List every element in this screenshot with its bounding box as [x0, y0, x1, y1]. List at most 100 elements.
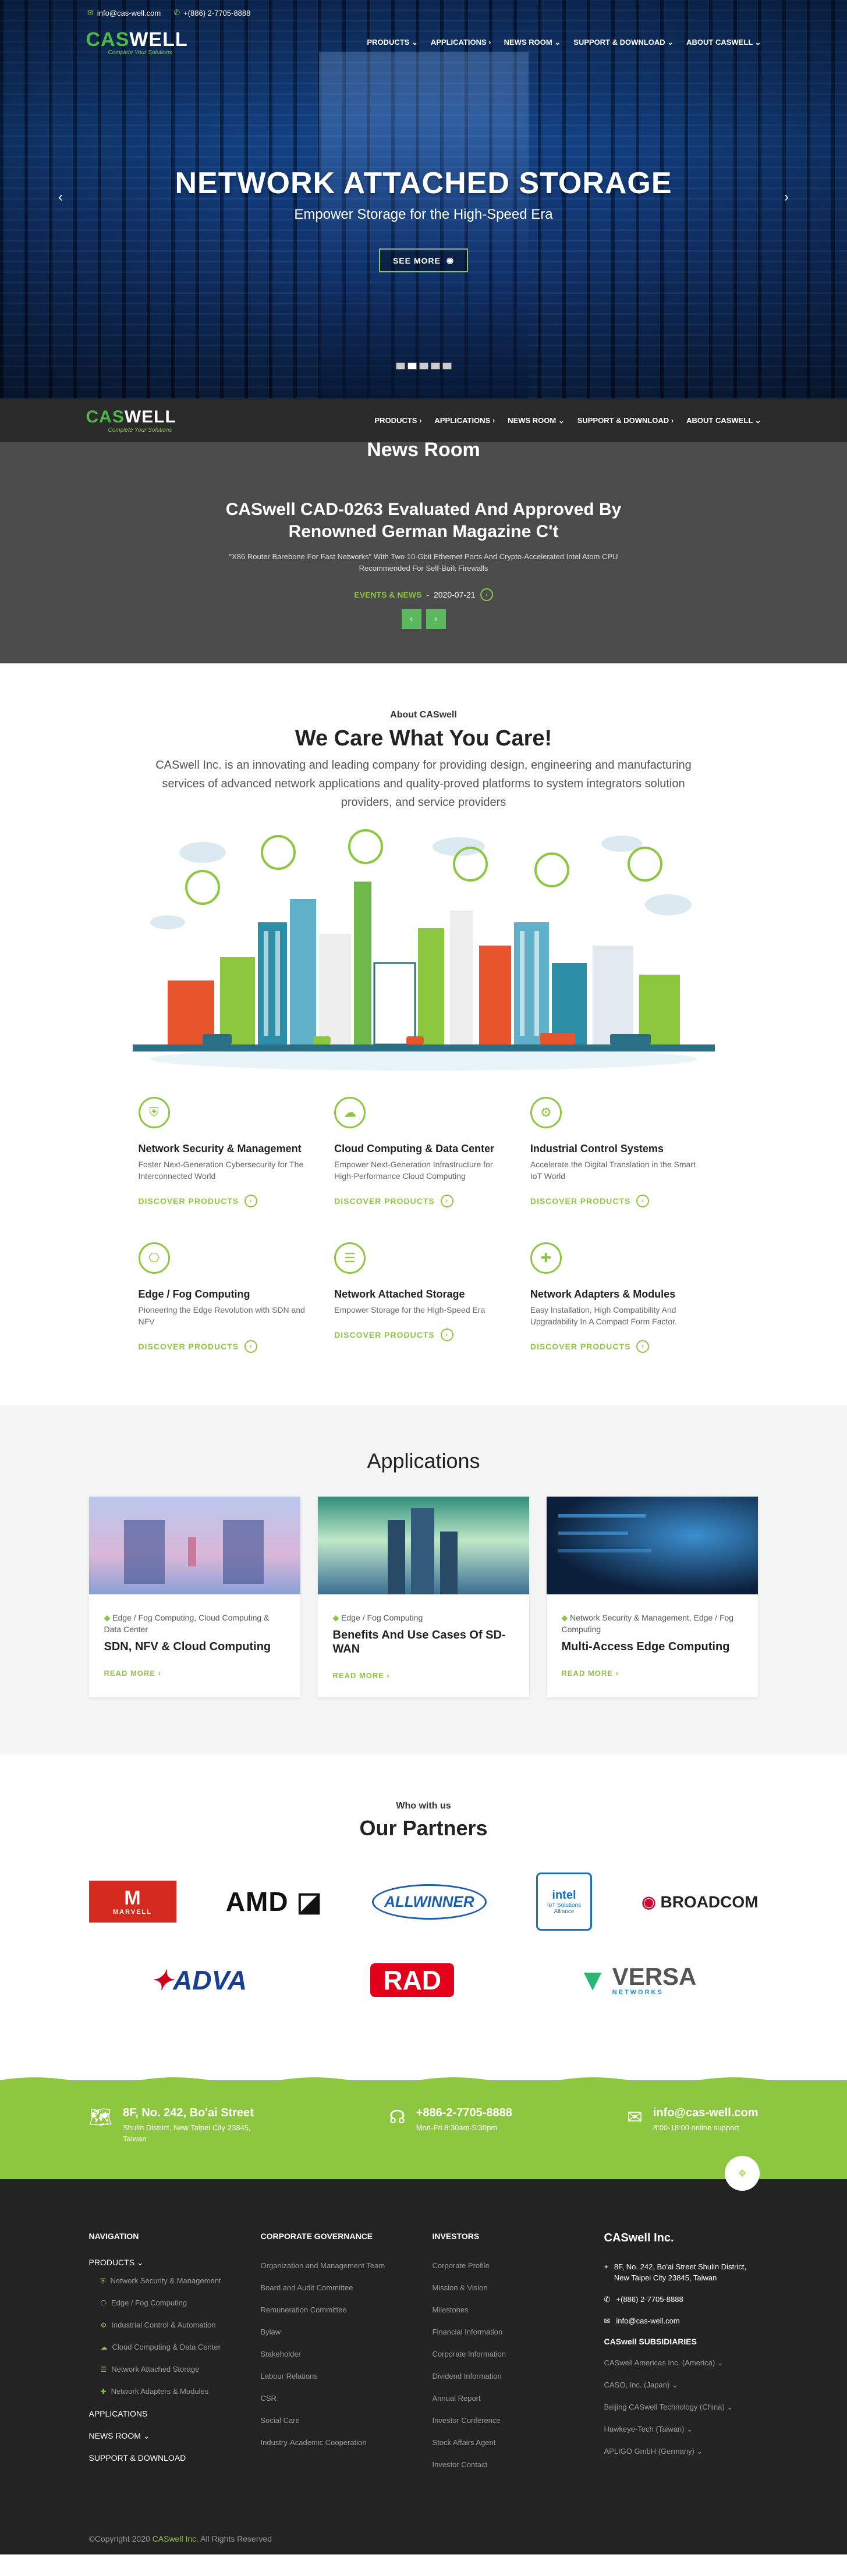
footer-sub-item[interactable]: ☁ Cloud Computing & Data Center [89, 2336, 261, 2358]
footer-link[interactable]: Investor Contact [433, 2454, 604, 2476]
slider-dot[interactable] [430, 363, 440, 369]
email-address[interactable]: info@cas-well.com [653, 2106, 759, 2120]
footer-products[interactable]: PRODUCTS ⌄ [89, 2255, 261, 2270]
discover-products-link[interactable]: DISCOVER PRODUCTS › [530, 1195, 709, 1207]
application-title[interactable]: Benefits And Use Cases Of SD-WAN [333, 1628, 514, 1656]
location-pin-icon[interactable]: ⌖ [725, 2156, 760, 2191]
intel-iot-logo[interactable]: intel IoT Solutions Alliance [536, 1873, 592, 1931]
footer-subsidiary[interactable]: Hawkeye-Tech (Taiwan) ⌄ [604, 2418, 761, 2440]
footer-link[interactable]: Stakeholder [261, 2343, 433, 2365]
footer-link[interactable]: Organization and Management Team [261, 2255, 433, 2277]
menu-about[interactable]: ABOUT CASWELL ⌄ [686, 38, 761, 47]
sticky-menu-about[interactable]: ABOUT CASWELL ⌄ [686, 416, 761, 425]
footer-link[interactable]: Stock Affairs Agent [433, 2432, 604, 2454]
slider-dot[interactable] [442, 363, 452, 369]
sticky-menu-news-room[interactable]: NEWS ROOM ⌄ [508, 416, 565, 425]
footer-link[interactable]: Labour Relations [261, 2365, 433, 2387]
sticky-menu-support-download[interactable]: SUPPORT & DOWNLOAD › [577, 416, 674, 425]
sticky-menu-products[interactable]: PRODUCTS › [375, 416, 422, 425]
read-more-link[interactable]: READ MORE › [562, 1669, 743, 1678]
application-tag-text[interactable]: Edge / Fog Computing [341, 1613, 423, 1622]
footer-sub-item[interactable]: ⚙ Industrial Control & Automation [89, 2314, 261, 2336]
news-title[interactable]: CASwell CAD-0263 Evaluated And Approved … [203, 499, 645, 543]
copyright-company[interactable]: CASwell Inc. [153, 2534, 199, 2543]
footer-link[interactable]: Industry-Academic Cooperation [261, 2432, 433, 2454]
adva-logo[interactable]: ✦ADVA [151, 1964, 247, 1996]
footer-link[interactable]: Bylaw [261, 2321, 433, 2343]
solution-title[interactable]: Network Attached Storage [334, 1288, 513, 1301]
slider-dot[interactable] [419, 363, 428, 369]
rad-logo[interactable]: RAD [370, 1963, 454, 1997]
footer-link[interactable]: Mission & Vision [433, 2277, 604, 2299]
read-more-link[interactable]: READ MORE › [333, 1671, 514, 1680]
menu-applications[interactable]: APPLICATIONS › [431, 38, 491, 47]
footer-link[interactable]: Remuneration Committee [261, 2299, 433, 2321]
footer-subsidiary[interactable]: Beijing CASwell Technology (China) ⌄ [604, 2396, 761, 2418]
application-title[interactable]: SDN, NFV & Cloud Computing [104, 1640, 285, 1654]
footer-link[interactable]: Corporate Information [433, 2343, 604, 2365]
solution-title[interactable]: Industrial Control Systems [530, 1142, 709, 1155]
phone-icon: ✆ [604, 2295, 611, 2304]
footer-link[interactable]: Corporate Profile [433, 2255, 604, 2277]
footer-subsidiary[interactable]: CASwell Americas Inc. (America) ⌄ [604, 2352, 761, 2374]
application-card[interactable]: ◆ Edge / Fog Computing Benefits And Use … [317, 1497, 529, 1697]
marvell-logo[interactable]: M MARVELL [88, 1881, 176, 1923]
solution-title[interactable]: Network Security & Management [139, 1142, 317, 1155]
news-prev-icon[interactable]: ‹ [401, 609, 421, 629]
footer-subsidiary[interactable]: APLIGO GmbH (Germany) ⌄ [604, 2440, 761, 2463]
solution-title[interactable]: Edge / Fog Computing [139, 1288, 317, 1301]
news-category[interactable]: EVENTS & NEWS [354, 590, 421, 599]
application-tag-text[interactable]: Network Security & Management, Edge / Fo… [562, 1613, 734, 1634]
menu-products[interactable]: PRODUCTS ⌄ [367, 38, 417, 47]
topbar-email[interactable]: ✉ info@cas-well.com [87, 8, 161, 17]
allwinner-logo[interactable]: ALLWINNER [372, 1884, 487, 1920]
solution-title[interactable]: Network Adapters & Modules [530, 1288, 709, 1301]
footer-sub-item[interactable]: ⎔ Edge / Fog Computing [89, 2292, 261, 2314]
application-card[interactable]: ◆ Network Security & Management, Edge / … [546, 1497, 758, 1697]
discover-products-link[interactable]: DISCOVER PRODUCTS › [530, 1340, 709, 1353]
phone-number[interactable]: +886-2-7705-8888 [416, 2106, 512, 2120]
footer-link[interactable]: Financial Information [433, 2321, 604, 2343]
application-tag-text[interactable]: Edge / Fog Computing, Cloud Computing & … [104, 1613, 270, 1634]
footer-link[interactable]: Board and Audit Committee [261, 2277, 433, 2299]
footer-sub-item[interactable]: ✚ Network Adapters & Modules [89, 2380, 261, 2403]
footer-sub-item[interactable]: ☰ Network Attached Storage [89, 2358, 261, 2380]
footer-link[interactable]: CSR [261, 2387, 433, 2410]
application-card[interactable]: ◆ Edge / Fog Computing, Cloud Computing … [88, 1497, 300, 1697]
footer-applications[interactable]: APPLICATIONS [89, 2403, 261, 2425]
solution-title[interactable]: Cloud Computing & Data Center [334, 1142, 513, 1155]
topbar-phone[interactable]: ✆ +(886) 2-7705-8888 [173, 8, 250, 17]
sticky-logo[interactable]: CASWELL Complete Your Solutions [86, 407, 176, 434]
application-title[interactable]: Multi-Access Edge Computing [562, 1640, 743, 1654]
arrow-circle-icon: › [244, 1340, 258, 1353]
footer-link[interactable]: Annual Report [433, 2387, 604, 2410]
footer-subsidiary[interactable]: CASO, Inc. (Japan) ⌄ [604, 2374, 761, 2396]
broadcom-logo[interactable]: ◉ BROADCOM [642, 1892, 758, 1911]
slider-dot[interactable] [395, 363, 405, 369]
read-more-link[interactable]: READ MORE › [104, 1669, 285, 1678]
footer-link[interactable]: Dividend Information [433, 2365, 604, 2387]
footer-email[interactable]: ✉ info@cas-well.com [604, 2315, 761, 2326]
menu-support-download[interactable]: SUPPORT & DOWNLOAD ⌄ [573, 38, 674, 47]
footer-news-room[interactable]: NEWS ROOM ⌄ [89, 2425, 261, 2447]
discover-products-link[interactable]: DISCOVER PRODUCTS › [139, 1340, 317, 1353]
footer-link[interactable]: Milestones [433, 2299, 604, 2321]
footer-sub-item[interactable]: ⛨ Network Security & Management [89, 2270, 261, 2292]
discover-products-link[interactable]: DISCOVER PRODUCTS › [334, 1195, 513, 1207]
slider-dot-active[interactable] [407, 363, 417, 369]
news-next-icon[interactable]: › [426, 609, 446, 629]
discover-products-link[interactable]: DISCOVER PRODUCTS › [334, 1328, 513, 1341]
versa-logo[interactable]: ▼ VERSA NETWORKS [577, 1963, 696, 1998]
footer-link[interactable]: Social Care [261, 2410, 433, 2432]
footer-link[interactable]: Investor Conference [433, 2410, 604, 2432]
logo[interactable]: CASWELL Complete Your Solutions [86, 30, 188, 56]
menu-news-room[interactable]: NEWS ROOM ⌄ [504, 38, 561, 47]
application-image-sdwan [317, 1497, 529, 1594]
news-read-icon[interactable]: › [480, 588, 493, 601]
sticky-menu-applications[interactable]: APPLICATIONS › [434, 416, 495, 425]
discover-products-link[interactable]: DISCOVER PRODUCTS › [139, 1195, 317, 1207]
see-more-button[interactable]: SEE MORE ◉ [378, 248, 469, 272]
footer-phone[interactable]: ✆ +(886) 2-7705-8888 [604, 2294, 761, 2305]
footer-support-download[interactable]: SUPPORT & DOWNLOAD [89, 2447, 261, 2469]
amd-logo[interactable]: AMD ◪ [226, 1886, 323, 1917]
